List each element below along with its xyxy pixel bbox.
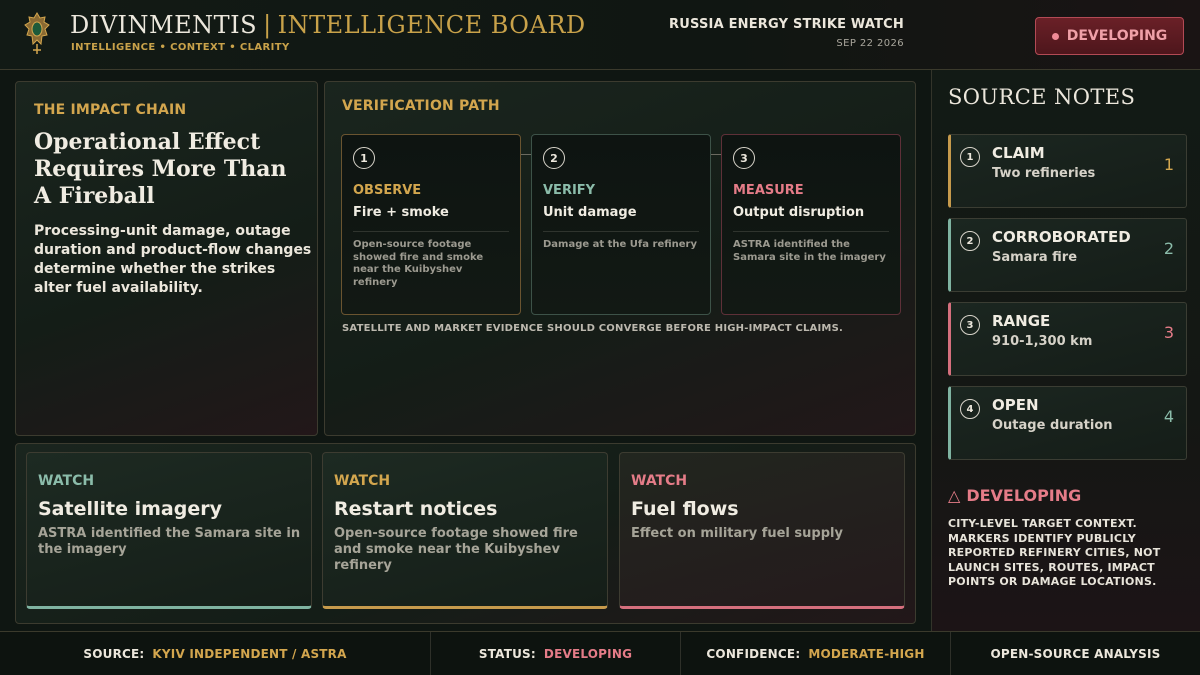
source-note-claim[interactable]: 1 CLAIM Two refineries 1	[948, 134, 1187, 208]
verification-kicker: VERIFICATION PATH	[342, 98, 500, 114]
footer-status-value: DEVELOPING	[543, 647, 633, 661]
note-value: Outage duration	[992, 418, 1113, 433]
watch-title: Fuel flows	[631, 498, 739, 520]
note-label: OPEN	[992, 396, 1039, 414]
watch-kicker: WATCH	[38, 473, 95, 489]
step-number-badge: 3	[733, 147, 755, 169]
step-card-measure[interactable]: 3 MEASURE Output disruption ASTRA identi…	[721, 134, 901, 315]
step-card-observe[interactable]: 1 OBSERVE Fire + smoke Open-source foota…	[341, 134, 521, 315]
source-notes-sidebar: SOURCE NOTES 1 CLAIM Two refineries 1 2 …	[931, 70, 1200, 631]
warning-triangle-icon: △	[948, 486, 961, 505]
header-bar: DIVINMENTIS | INTELLIGENCE BOARD INTELLIGE…	[0, 0, 1200, 70]
verification-footnote: SATELLITE AND MARKET EVIDENCE SHOULD CON…	[342, 323, 843, 334]
step-divider	[353, 231, 509, 232]
step-title: Fire + smoke	[353, 205, 449, 220]
note-index: 4	[1163, 407, 1174, 426]
watch-panel: WATCH Satellite imagery ASTRA identified…	[15, 443, 916, 624]
developing-status-button[interactable]: DEVELOPING	[1035, 17, 1184, 55]
verification-path-panel: VERIFICATION PATH 1 OBSERVE Fire + smoke…	[324, 81, 916, 436]
watch-card-restart-notices[interactable]: WATCH Restart notices Open-source footag…	[322, 452, 608, 609]
impact-kicker: THE IMPACT CHAIN	[34, 102, 187, 118]
board-title: INTELLIGENCE BOARD	[277, 11, 586, 39]
step-title: Unit damage	[543, 205, 637, 220]
step-description: Damage at the Ufa refinery	[543, 239, 697, 250]
warning-description: CITY-LEVEL TARGET CONTEXT. MARKERS IDENT…	[948, 517, 1161, 588]
crest-emblem-icon	[24, 12, 50, 54]
footer-confidence-value: MODERATE-HIGH	[808, 647, 925, 661]
brand-name: DIVINMENTIS	[70, 11, 258, 39]
watch-card-satellite-imagery[interactable]: WATCH Satellite imagery ASTRA identified…	[26, 452, 312, 609]
step-kicker: VERIFY	[543, 183, 596, 198]
note-number-badge: 3	[960, 315, 980, 335]
step-kicker: OBSERVE	[353, 183, 422, 198]
developing-warning: △ DEVELOPING	[948, 486, 1081, 505]
footer-bar: SOURCE: KYIV INDEPENDENT / ASTRA STATUS:…	[0, 631, 1200, 675]
step-card-verify[interactable]: 2 VERIFY Unit damage Damage at the Ufa r…	[531, 134, 711, 315]
footer-source-value: KYIV INDEPENDENT / ASTRA	[152, 647, 347, 661]
footer-confidence-label: CONFIDENCE:	[706, 647, 801, 661]
step-description: Open-source footage showed fire and smok…	[353, 239, 484, 288]
note-index: 1	[1163, 155, 1174, 174]
footer-status: STATUS: DEVELOPING	[430, 632, 680, 675]
brand-separator: |	[263, 11, 272, 39]
watch-body: Open-source footage showed fire and smok…	[334, 526, 578, 573]
status-dot-icon	[1051, 32, 1059, 40]
source-notes-title: SOURCE NOTES	[948, 85, 1136, 109]
step-number-badge: 1	[353, 147, 375, 169]
note-number-badge: 2	[960, 231, 980, 251]
tagline: INTELLIGENCE • CONTEXT • CLARITY	[71, 42, 290, 53]
note-value: Samara fire	[992, 250, 1078, 265]
warning-label: DEVELOPING	[966, 486, 1082, 505]
note-label: CLAIM	[992, 144, 1045, 162]
watch-body: ASTRA identified the Samara site in the …	[38, 526, 301, 557]
note-label: RANGE	[992, 312, 1051, 330]
note-value: 910-1,300 km	[992, 334, 1093, 349]
source-note-open[interactable]: 4 OPEN Outage duration 4	[948, 386, 1187, 460]
note-index: 2	[1163, 239, 1174, 258]
watch-kicker: WATCH	[631, 473, 688, 489]
step-title: Output disruption	[733, 205, 865, 220]
developing-status-label: DEVELOPING	[1066, 28, 1168, 44]
source-note-corroborated[interactable]: 2 CORROBORATED Samara fire 2	[948, 218, 1187, 292]
watch-body: Effect on military fuel supply	[631, 526, 843, 541]
impact-title: Operational Effect Requires More Than A …	[34, 129, 287, 209]
note-label: CORROBORATED	[992, 228, 1131, 246]
footer-source: SOURCE: KYIV INDEPENDENT / ASTRA	[0, 632, 430, 675]
note-number-badge: 4	[960, 399, 980, 419]
watch-title: Restart notices	[334, 498, 498, 520]
note-number-badge: 1	[960, 147, 980, 167]
step-divider	[733, 231, 889, 232]
watch-title: RUSSIA ENERGY STRIKE WATCH	[669, 17, 904, 32]
step-number-badge: 2	[543, 147, 565, 169]
watch-title: Satellite imagery	[38, 498, 222, 520]
watch-card-fuel-flows[interactable]: WATCH Fuel flows Effect on military fuel…	[619, 452, 905, 609]
step-divider	[543, 231, 699, 232]
step-kicker: MEASURE	[733, 183, 804, 198]
brand-title: DIVINMENTIS | INTELLIGENCE BOARD	[70, 11, 586, 39]
footer-status-label: STATUS:	[478, 647, 536, 661]
note-index: 3	[1163, 323, 1174, 342]
watch-kicker: WATCH	[334, 473, 391, 489]
note-value: Two refineries	[992, 166, 1096, 181]
footer-source-label: SOURCE:	[83, 647, 145, 661]
watch-date: SEP 22 2026	[836, 38, 904, 49]
footer-confidence: CONFIDENCE: MODERATE-HIGH	[680, 632, 950, 675]
source-note-range[interactable]: 3 RANGE 910-1,300 km 3	[948, 302, 1187, 376]
impact-body: Processing-unit damage, outage duration …	[34, 223, 312, 296]
impact-chain-panel: THE IMPACT CHAIN Operational Effect Requ…	[15, 81, 318, 436]
step-description: ASTRA identified the Samara site in the …	[733, 239, 886, 263]
footer-analysis: OPEN-SOURCE ANALYSIS	[950, 632, 1200, 675]
